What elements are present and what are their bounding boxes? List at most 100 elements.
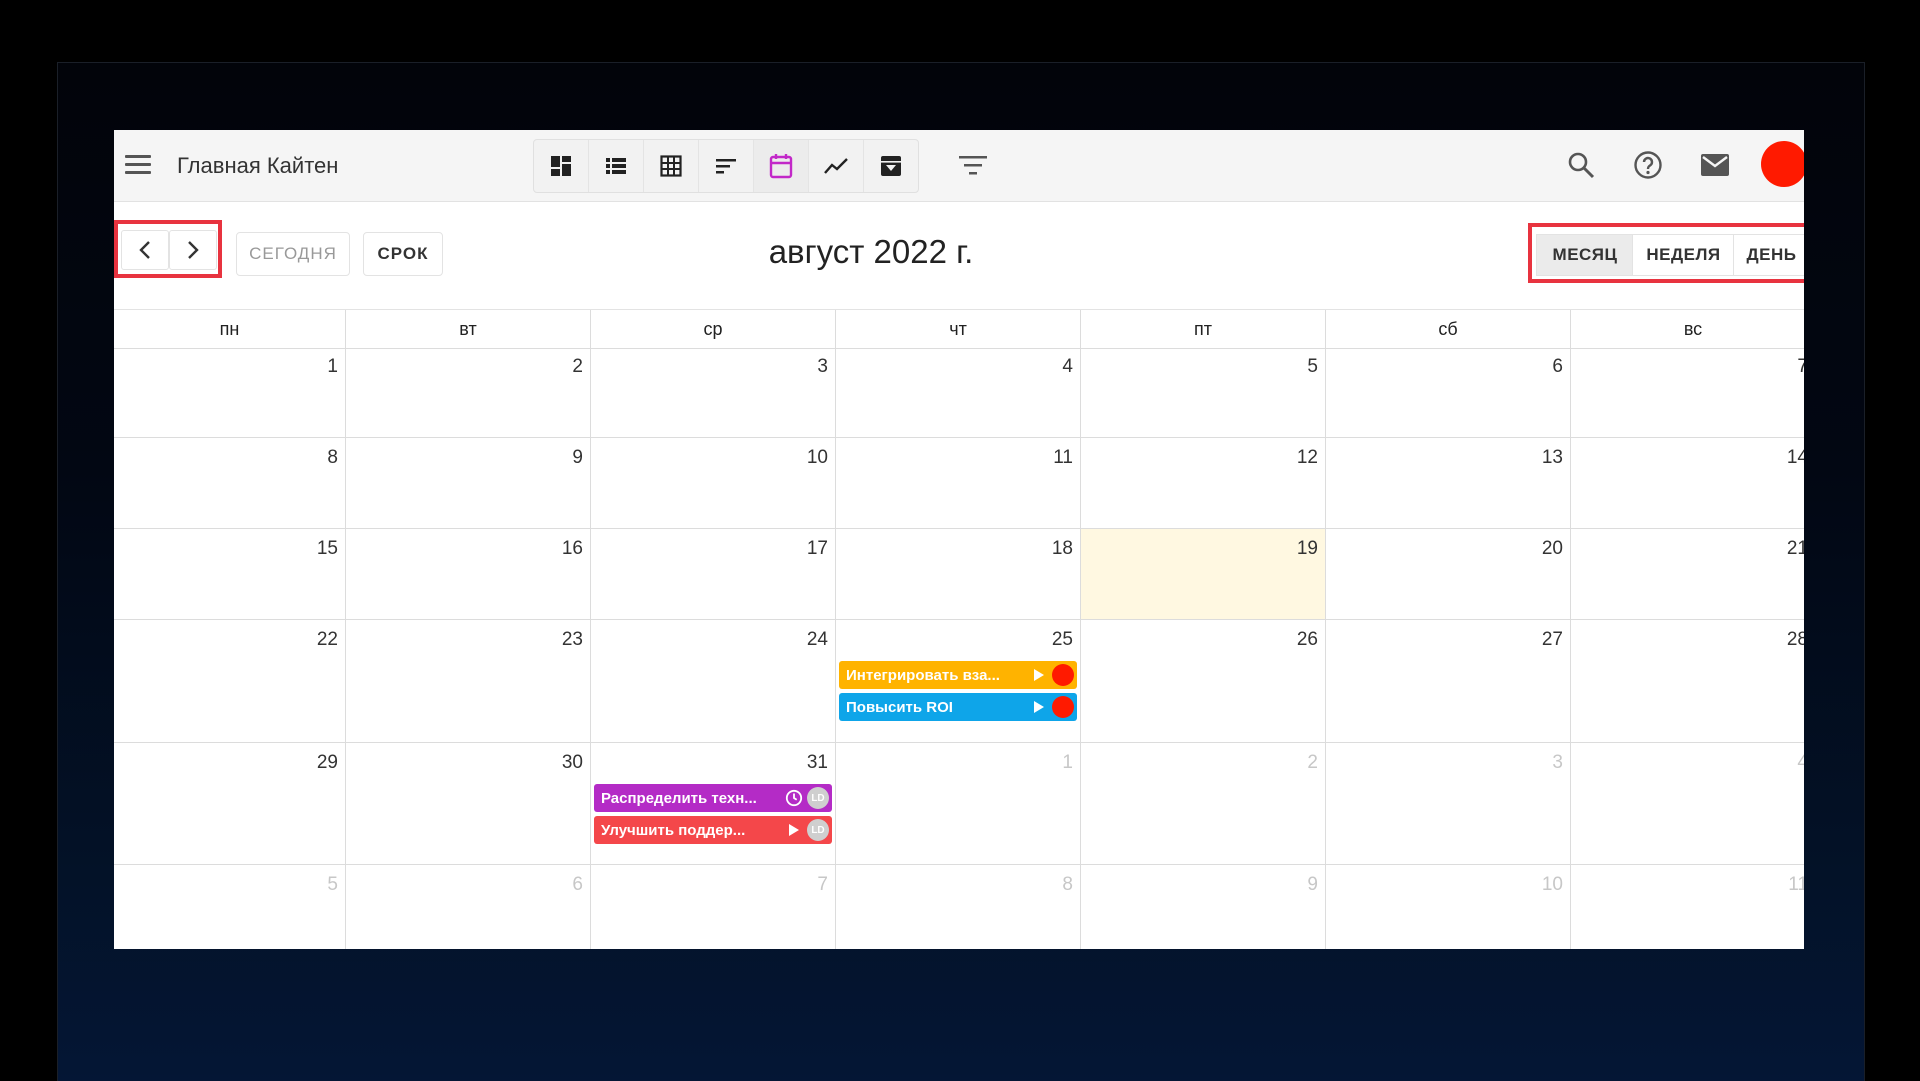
calendar-day-cell[interactable]: 9	[346, 438, 591, 528]
event-title: Распределить техн...	[601, 789, 757, 807]
table-view-icon	[660, 155, 682, 177]
week-mode-button[interactable]: НЕДЕЛЯ	[1632, 234, 1735, 276]
calendar-day-cell[interactable]: 7	[591, 865, 836, 949]
day-number: 22	[316, 629, 338, 650]
event-title: Интегрировать вза...	[846, 666, 1000, 684]
calendar-day-cell[interactable]: 21	[1571, 529, 1804, 619]
day-number: 8	[327, 447, 338, 468]
calendar-week-row: 5 6 7 8 9 10 11	[114, 865, 1804, 949]
calendar-day-cell[interactable]: 15	[114, 529, 346, 619]
day-number: 29	[316, 752, 338, 773]
calendar-day-cell[interactable]: 23	[346, 620, 591, 742]
archive-view-button[interactable]	[864, 140, 918, 192]
calendar-week-row: 15 16 17 18 19 20 21	[114, 529, 1804, 620]
list-view-icon	[606, 158, 626, 174]
calendar-day-cell[interactable]: 18	[836, 529, 1081, 619]
calendar-day-cell[interactable]: 16	[346, 529, 591, 619]
calendar-day-cell[interactable]: 20	[1326, 529, 1571, 619]
day-number: 31	[806, 752, 828, 773]
day-number: 3	[817, 356, 828, 377]
app-window: Главная Кайтен СЕГОДНЯ СРОК август 2022 …	[114, 130, 1804, 949]
calendar-day-cell[interactable]: 8	[836, 865, 1081, 949]
calendar-day-cell[interactable]: 9	[1081, 865, 1326, 949]
event-card[interactable]: Интегрировать вза...	[839, 661, 1077, 689]
weekday-header: ср	[591, 310, 836, 348]
calendar-day-cell[interactable]: 2	[1081, 743, 1326, 864]
event-avatar	[1052, 696, 1074, 718]
day-number: 1	[1062, 752, 1073, 773]
search-button[interactable]	[1562, 146, 1600, 184]
help-icon	[1634, 151, 1662, 179]
hamburger-menu-icon[interactable]	[125, 155, 151, 177]
calendar-day-cell[interactable]: 11	[836, 438, 1081, 528]
table-view-button[interactable]	[644, 140, 699, 192]
calendar-day-cell[interactable]: 1	[114, 347, 346, 437]
calendar-day-cell[interactable]: 3	[591, 347, 836, 437]
calendar-view-button[interactable]	[754, 140, 809, 192]
day-number: 12	[1296, 447, 1318, 468]
event-card[interactable]: Повысить ROI	[839, 693, 1077, 721]
calendar-day-cell[interactable]: 29	[114, 743, 346, 864]
day-number: 19	[1296, 538, 1318, 559]
weekday-header: вт	[346, 310, 591, 348]
calendar-day-cell[interactable]: 17	[591, 529, 836, 619]
play-icon	[1034, 701, 1044, 713]
calendar-day-cell[interactable]: 6	[1326, 347, 1571, 437]
calendar-day-cell[interactable]: 24	[591, 620, 836, 742]
calendar-day-cell[interactable]: 6	[346, 865, 591, 949]
calendar-day-cell[interactable]: 10	[591, 438, 836, 528]
day-number: 5	[327, 874, 338, 895]
messages-button[interactable]	[1696, 146, 1734, 184]
calendar-day-cell[interactable]: 13	[1326, 438, 1571, 528]
list-view-button[interactable]	[589, 140, 644, 192]
calendar-day-cell[interactable]: 10	[1326, 865, 1571, 949]
calendar-day-cell[interactable]: 5	[114, 865, 346, 949]
calendar-day-cell[interactable]: 8	[114, 438, 346, 528]
day-number: 10	[806, 447, 828, 468]
calendar-day-cell[interactable]: 31 Распределить техн... LD Улучшить поддер.…	[591, 743, 836, 864]
day-number: 1	[327, 356, 338, 377]
calendar-day-cell[interactable]: 30	[346, 743, 591, 864]
calendar-day-cell[interactable]: 7	[1571, 347, 1804, 437]
event-avatar: LD	[807, 787, 829, 809]
event-status	[785, 821, 803, 839]
calendar-day-cell[interactable]: 1	[836, 743, 1081, 864]
event-card[interactable]: Распределить техн... LD	[594, 784, 832, 812]
calendar-day-cell[interactable]: 2	[346, 347, 591, 437]
calendar-week-row: 22 23 24 25 Интегрировать вза... Повысить ROI…	[114, 620, 1804, 743]
user-avatar[interactable]	[1761, 141, 1804, 187]
calendar-week-row: 29 30 31 Распределить техн... LD Улучшить под…	[114, 743, 1804, 865]
calendar-day-cell[interactable]: 4	[1571, 743, 1804, 864]
calendar-day-cell[interactable]: 26	[1081, 620, 1326, 742]
day-number: 5	[1307, 356, 1318, 377]
space-title: Главная Кайтен	[177, 153, 339, 178]
weekday-header: пн	[114, 310, 346, 348]
timeline-view-button[interactable]	[699, 140, 754, 192]
calendar-day-cell[interactable]: 11	[1571, 865, 1804, 949]
calendar-day-cell[interactable]: 27	[1326, 620, 1571, 742]
month-mode-button[interactable]: МЕСЯЦ	[1536, 234, 1634, 276]
day-number: 23	[561, 629, 583, 650]
board-view-button[interactable]	[534, 140, 589, 192]
day-number: 4	[1797, 752, 1804, 773]
filter-button[interactable]	[956, 150, 990, 180]
day-number: 9	[1307, 874, 1318, 895]
calendar-day-cell[interactable]: 28	[1571, 620, 1804, 742]
calendar-day-cell[interactable]: 14	[1571, 438, 1804, 528]
calendar-day-cell[interactable]: 4	[836, 347, 1081, 437]
chart-view-button[interactable]	[809, 140, 864, 192]
calendar-day-cell[interactable]: 19	[1081, 529, 1326, 619]
calendar-day-cell[interactable]: 12	[1081, 438, 1326, 528]
event-card[interactable]: Улучшить поддер... LD	[594, 816, 832, 844]
calendar-day-cell[interactable]: 22	[114, 620, 346, 742]
calendar-day-cell[interactable]: 3	[1326, 743, 1571, 864]
event-avatar	[1052, 664, 1074, 686]
help-button[interactable]	[1629, 146, 1667, 184]
calendar-day-cell[interactable]: 25 Интегрировать вза... Повысить ROI	[836, 620, 1081, 742]
calendar-day-cell[interactable]: 5	[1081, 347, 1326, 437]
day-number: 2	[1307, 752, 1318, 773]
day-number: 21	[1786, 538, 1804, 559]
day-mode-button[interactable]: ДЕНЬ	[1733, 234, 1804, 276]
board-view-icon	[551, 156, 571, 176]
calendar-grid: пн вт ср чт пт сб вс 1 2 3 4 5 6 7 8 9 10 11 12 13 14 15 16 17…	[114, 309, 1804, 949]
